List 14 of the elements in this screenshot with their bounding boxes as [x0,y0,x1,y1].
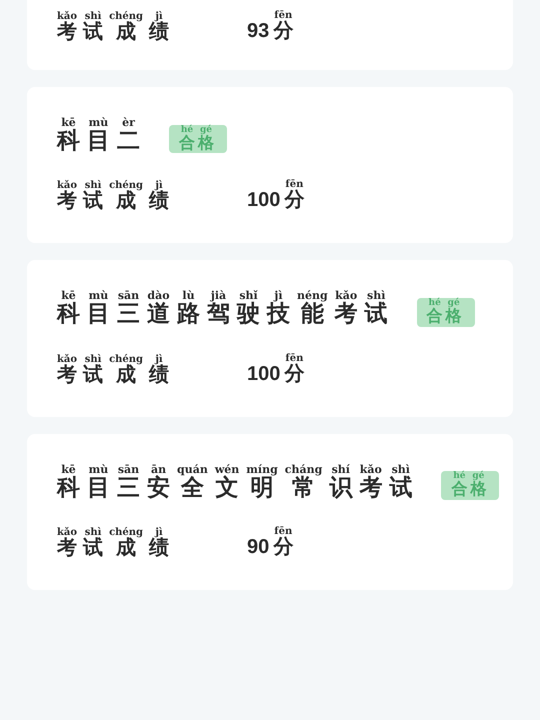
score-label: 考 kǎo 试 shì 成 chéng 绩 jì [57,354,170,385]
score-label: 考 kǎo 试 shì 成 chéng 绩 jì [57,526,170,558]
subject-title: 科 kē 目 mù 三 sān 安 ān 全 quán 文 wén 明 míng 常 cháng 识 shí 考 kǎo 试 shì [57,464,414,500]
pass-badge: 合 hé 格 gé [441,471,500,500]
pass-badge: 合 hé 格 gé [416,298,475,327]
score-label: 考 kǎo 试 shì 成 chéng 绩 jì [57,11,170,42]
subject-title: 科 kē 目 mù 二 èr [57,117,141,154]
score-value: 93 分 fēn [247,10,294,42]
subject-title: 科 kē 目 mù 三 sān 道 dào 路 lù 驾 jià 驶 shǐ 技 jì 能 néng 考 kǎo 试 shì [57,290,389,327]
score-value: 90 分 fēn [247,526,294,558]
score-label: 考 kǎo 试 shì 成 chéng 绩 jì [57,180,170,212]
score-value: 100 分 fēn [247,179,306,212]
pass-badge: 合 hé 格 gé [169,124,227,154]
score-value: 100 分 fēn [247,352,306,385]
